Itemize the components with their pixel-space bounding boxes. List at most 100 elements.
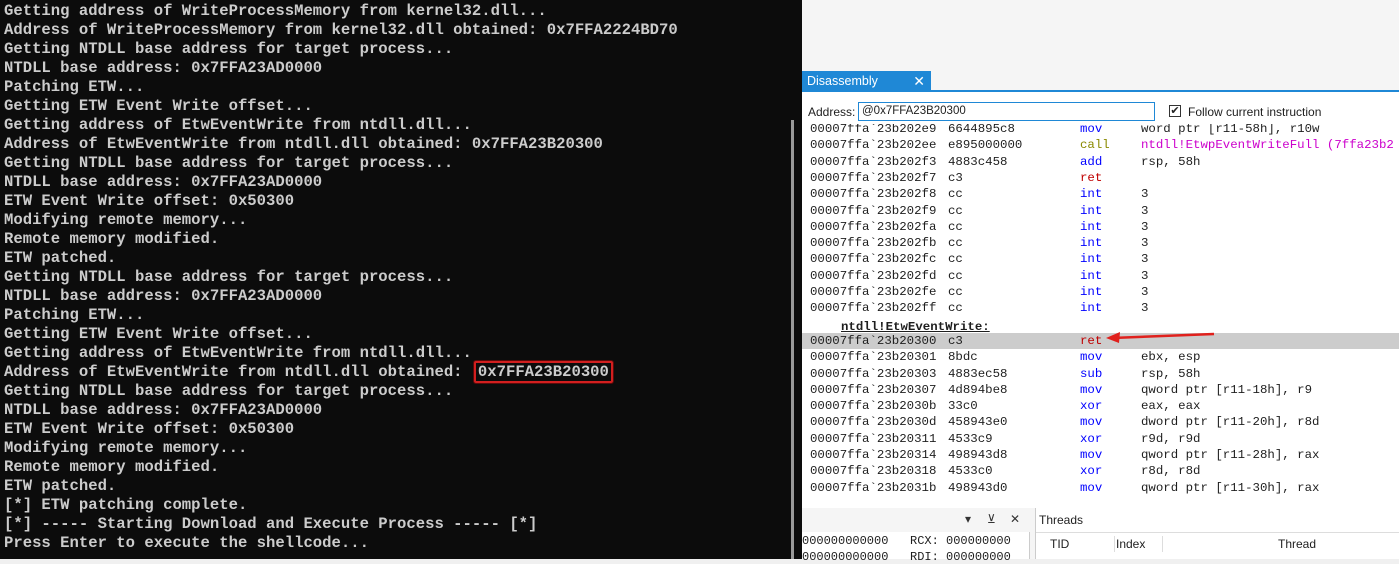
disasm-mnemonic: ret [1080, 333, 1103, 348]
address-label: Address: [808, 105, 856, 119]
disasm-bytes: cc [948, 268, 963, 283]
disasm-mnemonic: int [1080, 301, 1103, 316]
disasm-row[interactable]: 00007ffa`23b20303 4883ec58 sub rsp, 58h [802, 366, 1399, 382]
disasm-row[interactable]: 00007ffa`23b202ee e895000000 call ntdll!Etw… [802, 137, 1399, 153]
disasm-row[interactable]: 00007ffa`23b202ff cc int 3 [802, 300, 1399, 316]
disasm-mnemonic: int [1080, 268, 1103, 283]
column-separator[interactable] [1114, 536, 1115, 552]
disasm-operands: ebx, esp [1141, 350, 1201, 365]
follow-instruction-checkbox[interactable]: ✔ [1169, 105, 1181, 117]
console-line: Getting NTDLL base address for target pr… [4, 154, 454, 172]
disasm-row[interactable]: 00007ffa`23b20311 4533c9 xor r9d, r9d [802, 431, 1399, 447]
close-icon[interactable]: ✕ [913, 71, 925, 91]
disasm-row[interactable]: 00007ffa`23b202fb cc int 3 [802, 235, 1399, 251]
console-line-text: Address of EtwEventWrite from ntdll.dll … [4, 363, 472, 381]
disasm-bytes: 498943d8 [948, 448, 1008, 462]
pin-icon[interactable]: ⊻ [987, 512, 996, 526]
disasm-mnemonic: add [1080, 154, 1103, 169]
console-line: [*] ----- Starting Download and Execute … [4, 515, 538, 533]
console-line: Getting address of WriteProcessMemory fr… [4, 2, 547, 20]
disasm-address: 00007ffa`23b202ff [810, 301, 937, 316]
disasm-bytes: cc [948, 203, 963, 218]
disasm-row[interactable]: 00007ffa`23b202fc cc int 3 [802, 251, 1399, 267]
disasm-row[interactable]: 00007ffa`23b202fd cc int 3 [802, 268, 1399, 284]
disasm-operands: r9d, r9d [1141, 431, 1201, 446]
disasm-mnemonic: mov [1080, 124, 1103, 136]
disasm-operands: 3 [1141, 219, 1149, 234]
disasm-row[interactable]: 00007ffa`23b20314 498943d8 mov qword ptr [r… [802, 447, 1399, 463]
disasm-mnemonic: mov [1080, 382, 1103, 397]
address-bar: Address: @0x7FFA23B20300 ✔ Follow curren… [802, 92, 1399, 128]
disasm-row[interactable]: 00007ffa`23b202e9 6644895c8 mov word ptr [r… [802, 124, 1399, 137]
threads-title: Threads [1039, 513, 1084, 527]
disasm-row[interactable]: 00007ffa`23b20301 8bdc mov ebx, esp [802, 349, 1399, 365]
disasm-row[interactable]: 00007ffa`23b20318 4533c0 xor r8d, r8d [802, 463, 1399, 479]
column-header-tid[interactable]: TID [1050, 537, 1069, 551]
disasm-row[interactable]: 00007ffa`23b2030b 33c0 xor eax, eax [802, 398, 1399, 414]
disasm-row[interactable]: 00007ffa`23b202f3 4883c458 add rsp, 58h [802, 154, 1399, 170]
disasm-row[interactable]: 00007ffa`23b202f7 c3 ret [802, 170, 1399, 186]
disasm-bytes: 4d894be8 [948, 382, 1008, 397]
console-line: Remote memory modified. [4, 458, 220, 476]
threads-pane[interactable]: Threads TID Index Thread [1035, 508, 1399, 559]
disasm-bytes: cc [948, 301, 963, 316]
disasm-mnemonic: ret [1080, 170, 1103, 185]
disasm-operands: r8d, r8d [1141, 464, 1201, 479]
console-window[interactable]: Getting address of WriteProcessMemory fr… [0, 0, 802, 559]
console-line: Address of EtwEventWrite from ntdll.dll … [4, 361, 678, 383]
column-separator[interactable] [1162, 536, 1163, 552]
disasm-bytes: 33c0 [948, 399, 978, 414]
symbol-label: ntdll!EtwEventWrite: [841, 320, 990, 334]
console-line: Remote memory modified. [4, 230, 220, 248]
column-header-index[interactable]: Index [1116, 537, 1145, 551]
disasm-address: 00007ffa`23b202fa [810, 219, 937, 234]
console-line: ETW Event Write offset: 0x50300 [4, 420, 295, 438]
disasm-bytes: cc [948, 219, 963, 234]
disasm-bytes: 4533c0 [948, 464, 993, 479]
console-line: NTDLL base address: 0x7FFA23AD0000 [4, 59, 323, 77]
disasm-address: 00007ffa`23b202fb [810, 236, 937, 251]
disasm-row[interactable]: 00007ffa`23b20307 4d894be8 mov qword ptr [r… [802, 382, 1399, 398]
disasm-row-current[interactable]: 00007ffa`23b20300 c3 ret [802, 332, 1399, 349]
disasm-mnemonic: int [1080, 187, 1103, 202]
disasm-mnemonic: int [1080, 285, 1103, 299]
disasm-row[interactable]: 00007ffa`23b2031b 498943d0 mov qword ptr [r… [802, 480, 1399, 496]
disasm-operands: 3 [1141, 268, 1149, 283]
debugger-window: Disassembly ✕ Address: @0x7FFA23B20300 ✔… [802, 0, 1399, 564]
follow-instruction-label[interactable]: Follow current instruction [1188, 105, 1321, 119]
disasm-row[interactable]: 00007ffa`23b202f9 cc int 3 [802, 203, 1399, 219]
disasm-mnemonic: sub [1080, 366, 1103, 381]
disasm-bytes: cc [948, 187, 963, 202]
disasm-bytes: cc [948, 285, 963, 299]
disasm-address: 00007ffa`23b2031b [810, 480, 937, 495]
address-input[interactable]: @0x7FFA23B20300 [858, 102, 1155, 121]
dropdown-arrow-icon[interactable]: ▾ [965, 512, 971, 526]
console-line: Patching ETW... [4, 78, 145, 96]
disasm-bytes: cc [948, 252, 963, 267]
disasm-bytes: c3 [948, 333, 963, 348]
disasm-address: 00007ffa`23b202f7 [810, 170, 937, 185]
disasm-row[interactable]: 00007ffa`23b202fe cc int 3 [802, 284, 1399, 300]
disasm-address: 00007ffa`23b20300 [810, 333, 937, 348]
disasm-mnemonic: mov [1080, 448, 1103, 462]
disasm-mnemonic: xor [1080, 464, 1103, 479]
disasm-operands: 3 [1141, 236, 1149, 251]
disasm-address: 00007ffa`23b202f9 [810, 203, 937, 218]
disasm-row[interactable]: 00007ffa`23b202fa cc int 3 [802, 219, 1399, 235]
disasm-row[interactable]: 00007ffa`23b202f8 cc int 3 [802, 186, 1399, 202]
disassembly-view[interactable]: 00007ffa`23b202e9 6644895c8 mov word ptr [r… [802, 124, 1399, 508]
disasm-operands: dword ptr [r11-20h], r8d [1141, 415, 1320, 430]
disasm-operands: qword ptr [r11-18h], r9 [1141, 382, 1313, 397]
console-line: [*] ETW patching complete. [4, 496, 248, 514]
disasm-bytes: 498943d0 [948, 480, 1008, 495]
close-icon[interactable]: ✕ [1010, 512, 1020, 526]
console-scrollbar-thumb[interactable] [791, 120, 794, 559]
console-line: Address of EtwEventWrite from ntdll.dll … [4, 135, 603, 153]
disasm-row[interactable]: 00007ffa`23b2030d 458943e0 mov dword ptr [r… [802, 414, 1399, 430]
column-header-thread[interactable]: Thread [1278, 537, 1316, 551]
disasm-bytes: 8bdc [948, 350, 978, 365]
console-line: Getting NTDLL base address for target pr… [4, 40, 454, 58]
console-line: Getting address of EtwEventWrite from nt… [4, 116, 472, 134]
tab-disassembly[interactable]: Disassembly ✕ [802, 71, 931, 92]
registers-pane[interactable]: ▾ ⊻ ✕ 000000000000 RCX: 000000000 000000… [802, 508, 1030, 564]
